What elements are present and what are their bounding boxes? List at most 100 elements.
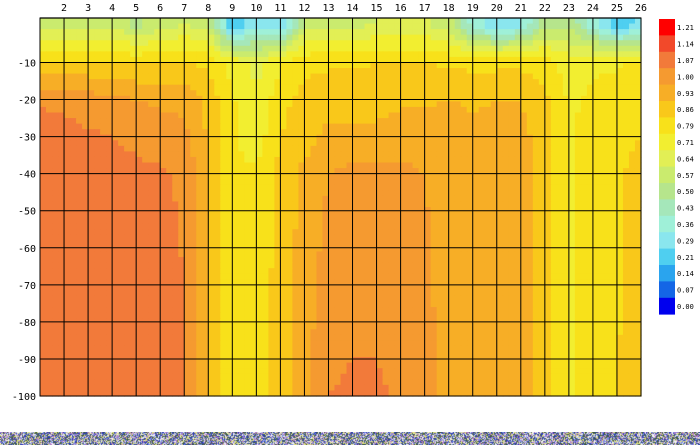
contour-cell <box>232 40 239 47</box>
contour-cell <box>52 34 59 41</box>
contour-cell <box>508 179 516 186</box>
contour-cell <box>88 179 95 186</box>
contour-cell <box>544 29 552 36</box>
contour-cell <box>520 134 528 141</box>
contour-cell <box>520 195 528 203</box>
contour-cell <box>124 40 131 47</box>
contour-cell <box>556 240 564 247</box>
contour-cell <box>232 118 239 125</box>
contour-cell <box>172 112 179 119</box>
contour-cell <box>196 29 203 36</box>
contour-cell <box>142 140 149 147</box>
contour-cell <box>328 190 336 197</box>
contour-cell <box>46 51 53 58</box>
contour-cell <box>148 262 155 269</box>
contour-cell <box>232 234 239 241</box>
contour-cell <box>430 140 438 147</box>
contour-cell <box>412 257 420 264</box>
contour-cell <box>592 257 600 264</box>
contour-cell <box>310 179 318 186</box>
contour-cell <box>256 195 263 203</box>
contour-cell <box>532 29 540 36</box>
contour-cell <box>262 40 269 47</box>
contour-cell <box>406 290 414 297</box>
contour-cell <box>232 73 239 80</box>
contour-cell <box>550 218 558 225</box>
contour-cell <box>190 162 197 169</box>
contour-cell <box>532 129 540 136</box>
contour-cell <box>508 245 516 253</box>
contour-cell <box>148 284 155 291</box>
contour-cell <box>592 73 600 80</box>
contour-cell <box>430 134 438 141</box>
contour-cell <box>118 101 125 108</box>
contour-cell <box>628 51 636 58</box>
contour-cell <box>334 234 342 241</box>
contour-cell <box>328 84 336 91</box>
contour-cell <box>556 223 564 230</box>
contour-cell <box>532 140 540 147</box>
contour-cell <box>172 118 179 125</box>
contour-cell <box>268 156 275 164</box>
contour-cell <box>172 212 179 219</box>
contour-cell <box>388 195 396 203</box>
contour-cell <box>88 118 95 125</box>
contour-cell <box>550 245 558 253</box>
contour-cell <box>88 262 95 269</box>
contour-cell <box>136 106 143 114</box>
contour-cell <box>100 234 107 241</box>
contour-cell <box>598 112 606 119</box>
contour-cell <box>352 156 360 164</box>
contour-cell <box>472 223 480 230</box>
contour-cell <box>382 129 390 136</box>
contour-cell <box>430 262 438 269</box>
contour-cell <box>502 29 510 36</box>
contour-cell <box>340 212 348 219</box>
contour-cell <box>304 245 312 253</box>
contour-cell <box>592 245 600 253</box>
contour-cell <box>280 45 288 52</box>
contour-cell <box>550 79 558 86</box>
contour-cell <box>388 23 396 30</box>
contour-cell <box>526 162 534 169</box>
contour-cell <box>358 106 366 114</box>
contour-cell <box>508 290 516 297</box>
contour-cell <box>184 29 191 36</box>
contour-cell <box>208 18 215 25</box>
contour-cell <box>448 240 456 247</box>
contour-cell <box>244 151 251 158</box>
contour-cell <box>328 195 336 203</box>
contour-cell <box>568 268 576 275</box>
contour-cell <box>598 62 606 69</box>
contour-cell <box>352 34 360 41</box>
contour-cell <box>436 284 444 291</box>
contour-cell <box>160 257 167 264</box>
contour-cell <box>190 68 197 75</box>
contour-cell <box>376 90 384 97</box>
contour-cell <box>448 106 456 114</box>
contour-cell <box>388 106 396 114</box>
contour-cell <box>460 151 468 158</box>
contour-cell <box>310 79 318 86</box>
contour-cell <box>406 51 414 58</box>
contour-cell <box>502 101 510 108</box>
contour-cell <box>256 190 263 197</box>
contour-cell <box>532 34 540 41</box>
contour-cell <box>436 162 444 169</box>
contour-cell <box>280 245 288 253</box>
contour-cell <box>46 156 53 164</box>
contour-cell <box>208 262 215 269</box>
contour-cell <box>550 29 558 36</box>
contour-cell <box>148 151 155 158</box>
contour-cell <box>604 34 612 41</box>
contour-cell <box>448 156 456 164</box>
contour-cell <box>622 218 630 225</box>
contour-cell <box>280 179 288 186</box>
contour-cell <box>46 262 53 269</box>
contour-cell <box>568 112 576 119</box>
contour-cell <box>280 51 288 58</box>
contour-cell <box>220 29 227 36</box>
contour-cell <box>238 207 245 214</box>
contour-cell <box>376 184 384 191</box>
contour-cell <box>310 145 318 153</box>
